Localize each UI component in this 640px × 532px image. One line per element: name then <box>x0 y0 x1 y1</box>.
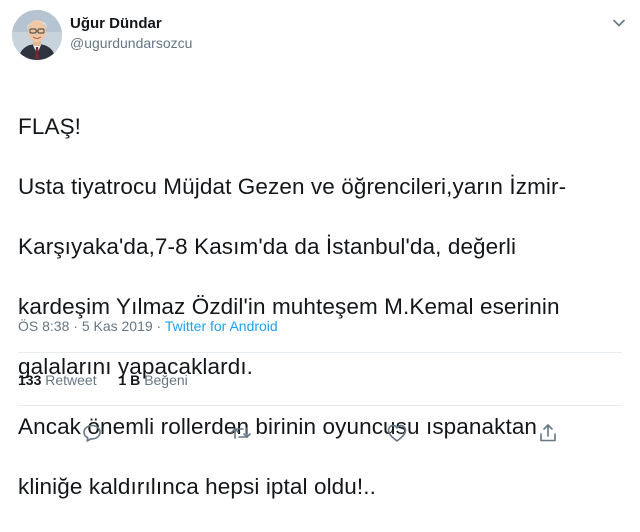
tweet-text-line: Karşıyaka'da,7-8 Kasım'da da İstanbul'da… <box>18 234 517 259</box>
tweet-text-line: Usta tiyatrocu Müjdat Gezen ve öğrencile… <box>18 174 567 199</box>
avatar-image <box>12 10 62 60</box>
retweets-label: Retweet <box>45 372 97 388</box>
reply-icon[interactable] <box>80 421 104 445</box>
avatar[interactable] <box>12 10 62 60</box>
author-info: Uğur Dündar @ugurdundarsozcu <box>70 14 192 53</box>
tweet-time[interactable]: ÖS 8:38 <box>18 318 69 334</box>
retweets-stat[interactable]: 133 Retweet <box>18 372 97 388</box>
likes-label: Beğeni <box>144 372 188 388</box>
tweet-source-link[interactable]: Twitter for Android <box>165 318 278 334</box>
author-display-name[interactable]: Uğur Dündar <box>70 14 192 34</box>
tweet-text-line: kliniğe kaldırılınca hepsi iptal oldu!.. <box>18 474 376 499</box>
chevron-down-icon[interactable] <box>612 16 626 30</box>
tweet-card: Uğur Dündar @ugurdundarsozcu FLAŞ! Usta … <box>0 0 640 499</box>
meta-separator: · <box>152 318 165 334</box>
retweets-count: 133 <box>18 372 42 388</box>
divider <box>18 405 622 406</box>
tweet-text-line: FLAŞ! <box>18 114 82 139</box>
meta-separator: · <box>69 318 82 334</box>
heart-icon[interactable] <box>385 421 409 445</box>
tweet-stats: 133 Retweet 1 B Beğeni <box>18 372 206 388</box>
tweet-text: FLAŞ! Usta tiyatrocu Müjdat Gezen ve öğr… <box>18 82 628 532</box>
tweet-actions <box>0 421 640 445</box>
author-handle[interactable]: @ugurdundarsozcu <box>70 34 192 53</box>
divider <box>18 352 622 353</box>
retweet-icon[interactable] <box>229 421 253 445</box>
tweet-meta: ÖS 8:38 · 5 Kas 2019 · Twitter for Andro… <box>18 318 278 334</box>
likes-count: 1 B <box>118 372 141 388</box>
share-icon[interactable] <box>536 421 560 445</box>
likes-stat[interactable]: 1 B Beğeni <box>119 372 188 388</box>
tweet-date[interactable]: 5 Kas 2019 <box>82 318 153 334</box>
